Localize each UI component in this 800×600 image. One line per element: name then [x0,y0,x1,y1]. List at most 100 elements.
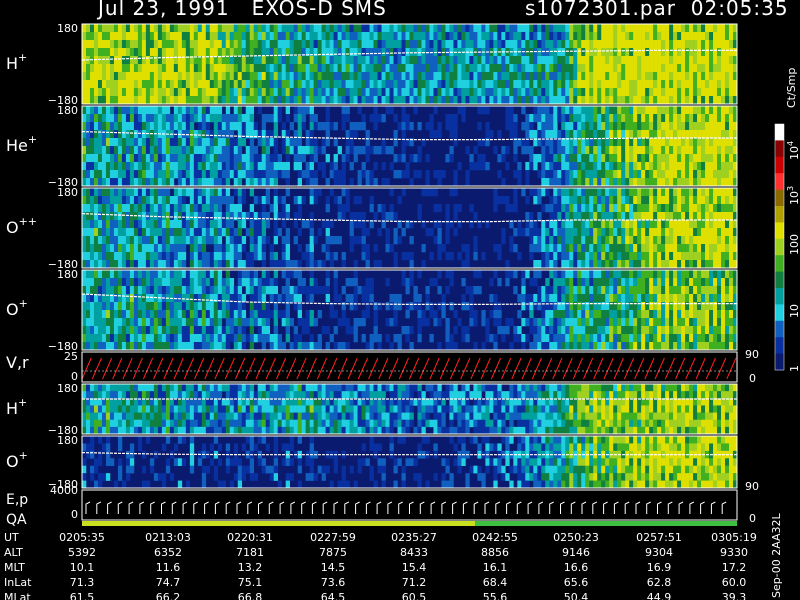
heatmap-cell [321,260,326,269]
heatmap-cell [657,32,662,41]
heatmap-cell [173,32,179,41]
heatmap-cell [385,146,390,155]
heatmap-cell [341,342,346,351]
heatmap-cell [201,204,207,213]
heatmap-cell [437,252,442,261]
heatmap-cell [705,236,710,245]
heatmap-cell [517,56,522,65]
heatmap-cell [301,56,306,65]
heatmap-cell [533,244,538,253]
heatmap-cell [601,64,606,73]
heatmap-cell [549,334,554,343]
heatmap-cell [209,32,215,41]
heatmap-cell [157,106,163,115]
heatmap-cell [225,260,231,269]
heatmap-cell [117,114,123,123]
heatmap-cell [137,252,143,261]
heatmap-cell [649,178,654,187]
heatmap-cell [241,188,247,197]
heatmap-cell [445,96,450,105]
heatmap-cell [625,56,630,65]
heatmap-cell [585,334,590,343]
heatmap-cell [393,96,398,105]
heatmap-cell [82,64,87,73]
heatmap-cell [449,24,454,33]
heatmap-cell [421,88,426,97]
heatmap-cell [649,220,654,229]
heatmap-cell [141,138,147,147]
heatmap-cell [633,188,638,197]
heatmap-cell [397,154,402,163]
heatmap-cell [405,114,410,123]
heatmap-cell [117,204,123,213]
heatmap-cell [481,72,486,81]
heatmap-cell [121,342,127,351]
heatmap-cell [317,24,322,33]
heatmap-cell [457,252,462,261]
heatmap-cell [241,138,247,147]
heatmap-cell [685,178,690,187]
heatmap-cell [405,64,410,73]
heatmap-cell [85,64,91,73]
heatmap-cell [445,252,450,261]
heatmap-cell [97,146,103,155]
heatmap-cell [565,106,570,115]
heatmap-cell [305,96,310,105]
heatmap-cell [625,170,630,179]
heatmap-cell [697,138,702,147]
heatmap-cell [461,106,466,115]
heatmap-cell [525,294,530,303]
heatmap-cell [121,220,127,229]
heatmap-cell [601,106,606,115]
heatmap-cell [329,188,334,197]
heatmap-cell [325,220,330,229]
heatmap-cell [541,72,546,81]
heatmap-cell [657,130,662,139]
heatmap-cell [361,236,366,245]
heatmap-cell [177,318,183,327]
heatmap-cell [233,96,239,105]
heatmap-cell [553,106,558,115]
heatmap-cell [537,170,542,179]
heatmap-cell [385,278,390,287]
heatmap-cell [425,178,430,187]
heatmap-cell [365,278,370,287]
heatmap-cell [133,204,139,213]
heatmap-cell [109,130,115,139]
heatmap-cell [677,56,682,65]
heatmap-cell [293,114,298,123]
heatmap-cell [637,114,642,123]
heatmap-cell [289,80,294,89]
heatmap-cell [665,236,670,245]
heatmap-cell [601,252,606,261]
heatmap-cell [149,72,155,81]
heatmap-cell [521,96,526,105]
heatmap-cell [581,270,586,279]
heatmap-cell [101,32,107,41]
heatmap-cell [297,80,302,89]
heatmap-cell [121,204,127,213]
heatmap-cell [149,236,155,245]
heatmap-cell [97,270,103,279]
heatmap-cell [165,236,171,245]
heatmap-cell [553,178,558,187]
heatmap-cell [193,270,199,279]
heatmap-cell [297,342,302,351]
heatmap-cell [701,228,706,237]
panel-o-plusplus [81,187,738,269]
heatmap-cell [157,302,163,311]
heatmap-cell [557,278,562,287]
heatmap-cell [657,96,662,105]
heatmap-cell [293,64,298,73]
heatmap-cell [581,48,586,57]
heatmap-cell [669,260,674,269]
heatmap-cell [461,80,466,89]
heatmap-cell [405,170,410,179]
heatmap-cell [521,56,526,65]
heatmap-cell [637,138,642,147]
heatmap-cell [533,342,538,351]
heatmap-cell [189,220,195,229]
heatmap-cell [305,162,310,171]
heatmap-cell [82,252,87,261]
heatmap-cell [117,178,123,187]
